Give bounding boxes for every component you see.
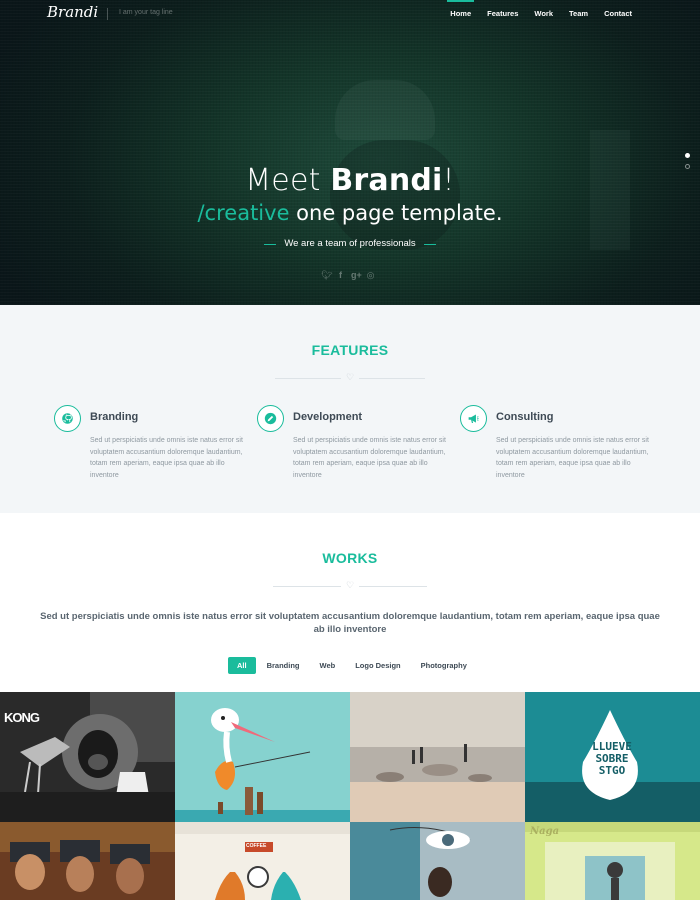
works-title: WORKS: [322, 550, 378, 566]
coffee-artwork: [175, 822, 350, 900]
divider-left: [275, 378, 341, 379]
hero-subtitle-rest: one page template.: [289, 201, 503, 225]
divider-right: [359, 378, 425, 379]
menu-item-team[interactable]: Team: [561, 0, 596, 28]
filter-all[interactable]: All: [228, 657, 256, 674]
feature-title: Consulting: [496, 411, 554, 423]
beach-photo: [350, 692, 525, 822]
logo-separator: [107, 8, 108, 20]
works-description: Sed ut perspiciatis unde omnis iste natu…: [40, 611, 660, 635]
top-navigation: Brandi I am your tag line Home Features …: [0, 0, 700, 28]
hero-section: Brandi I am your tag line Home Features …: [0, 0, 700, 305]
social-links: 🐦︎ f g+ ◎: [321, 270, 375, 281]
brand-logo[interactable]: Brandi: [47, 3, 98, 21]
eye-artwork: [350, 822, 525, 900]
features-section: FEATURES ♡ Branding Sed ut perspiciatis …: [0, 305, 700, 513]
menu-item-contact[interactable]: Contact: [596, 0, 640, 28]
portfolio-item-llueve[interactable]: LLUEVE SOBRE STGO: [525, 692, 700, 822]
menu-item-home[interactable]: Home: [442, 0, 479, 28]
slider-pagination: [685, 153, 690, 175]
filter-web[interactable]: Web: [311, 657, 345, 674]
heart-icon: ♡: [346, 580, 355, 590]
naga-label: Naga: [530, 826, 560, 837]
slider-dot[interactable]: [685, 164, 690, 169]
portfolio-item-beach[interactable]: [350, 692, 525, 822]
filter-logo-design[interactable]: Logo Design: [346, 657, 409, 674]
site-tagline: I am your tag line: [119, 9, 173, 16]
google-plus-icon[interactable]: g+: [351, 270, 362, 281]
filter-branding[interactable]: Branding: [258, 657, 309, 674]
feature-title: Development: [293, 411, 363, 423]
portfolio-item-soldiers[interactable]: [0, 822, 175, 900]
portfolio-item-kong[interactable]: KONG: [0, 692, 175, 822]
heart-icon: ♡: [346, 372, 355, 382]
divider-left: [273, 586, 341, 587]
github-icon: [54, 405, 81, 432]
hero-tagline-line-right: [424, 244, 436, 245]
pelican-artwork: [175, 692, 350, 822]
kong-label: KONG: [4, 710, 40, 725]
hero-title-light: Meet: [245, 163, 331, 198]
menu-item-features[interactable]: Features: [479, 0, 526, 28]
megaphone-icon: [460, 405, 487, 432]
hero-title-brand: Brandi: [330, 163, 443, 198]
soldiers-photo: [0, 822, 175, 900]
pencil-icon: [257, 405, 284, 432]
divider-right: [359, 586, 427, 587]
portfolio-grid: KONG LLUEVE SOBRE STGO COFFEE Naga: [0, 692, 700, 900]
slider-dot-active[interactable]: [685, 153, 690, 158]
hero-title: Meet Brandi!: [0, 163, 700, 198]
portfolio-item-coffee[interactable]: COFFEE: [175, 822, 350, 900]
works-section: WORKS ♡ Sed ut perspiciatis unde omnis i…: [0, 513, 700, 900]
menu-item-work[interactable]: Work: [526, 0, 561, 28]
facebook-icon[interactable]: f: [336, 270, 345, 281]
feature-text: Sed ut perspiciatis unde omnis iste natu…: [90, 437, 243, 479]
feature-title: Branding: [90, 411, 139, 423]
llueve-label: LLUEVE SOBRE STGO: [592, 741, 632, 777]
hero-subtitle: /creative one page template.: [0, 201, 700, 225]
feature-text: Sed ut perspiciatis unde omnis iste natu…: [293, 437, 446, 479]
hero-subtitle-accent: /creative: [197, 201, 290, 225]
hero-title-end: !: [442, 163, 455, 198]
filter-photography[interactable]: Photography: [412, 657, 476, 674]
portfolio-item-eye[interactable]: [350, 822, 525, 900]
dribbble-icon[interactable]: ◎: [366, 270, 375, 281]
hero-background-figure: [335, 80, 435, 140]
main-menu: Home Features Work Team Contact: [442, 0, 640, 28]
feature-text: Sed ut perspiciatis unde omnis iste natu…: [496, 437, 649, 479]
twitter-icon[interactable]: 🐦︎: [321, 270, 332, 281]
portfolio-item-naga[interactable]: Naga: [525, 822, 700, 900]
features-title: FEATURES: [311, 342, 389, 358]
portfolio-filters: All Branding Web Logo Design Photography: [228, 657, 478, 674]
coffee-label: COFFEE: [246, 843, 267, 849]
hero-tagline: We are a team of professionals: [284, 238, 416, 249]
portfolio-item-pelican[interactable]: [175, 692, 350, 822]
llueve-line-3: STGO: [598, 764, 626, 777]
